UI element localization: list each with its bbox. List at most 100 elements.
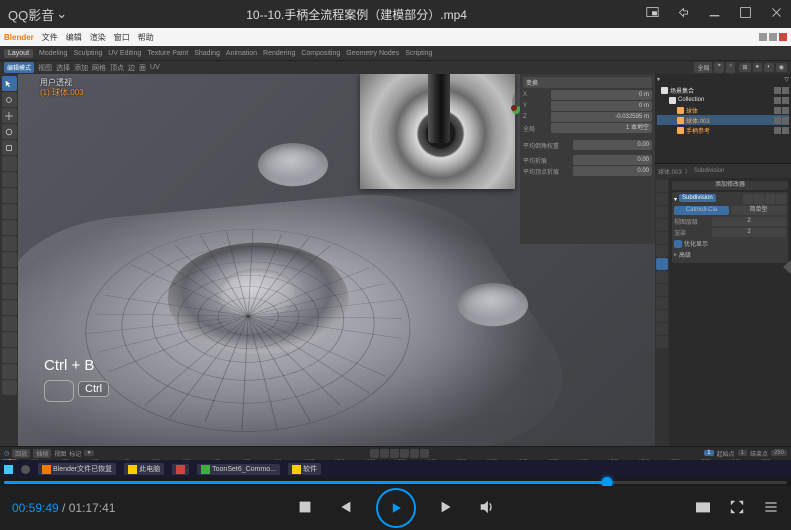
proportional-toggle[interactable]: ○ <box>726 62 736 73</box>
timeline-editor-icon[interactable]: ◷ <box>4 450 9 457</box>
tab-sculpting[interactable]: Sculpting <box>73 50 102 57</box>
taskbar-item-4[interactable]: ToonSet6_Commo... <box>197 464 280 475</box>
tool-rotate[interactable] <box>2 124 17 139</box>
frame-current[interactable]: 1 <box>704 450 713 456</box>
subdiv-render[interactable]: 2 <box>712 228 786 237</box>
menu-help[interactable]: 帮助 <box>138 32 154 43</box>
transform-space[interactable]: 1 本地空 <box>551 123 652 133</box>
taskbar-item-2[interactable]: 此电脑 <box>124 463 164 475</box>
video-content[interactable]: Blender 文件 编辑 渲染 窗口 帮助 Layout Modeling S… <box>0 28 791 478</box>
shading-wire-icon[interactable]: ⊞ <box>739 63 750 72</box>
transform-x[interactable]: 0 m <box>551 90 652 100</box>
menu-select[interactable]: 选择 <box>56 63 70 73</box>
tab-uvediting[interactable]: UV Editing <box>108 50 141 57</box>
tab-layout[interactable]: Layout <box>4 49 33 58</box>
menu-view[interactable]: 视图 <box>38 63 52 73</box>
outliner-item[interactable]: 球体 <box>657 105 789 115</box>
taskbar-item-1[interactable]: Blender文件已恢复 <box>38 463 116 475</box>
play-rev-icon[interactable] <box>390 449 399 458</box>
tool-inset[interactable] <box>2 236 17 251</box>
tool-rip[interactable] <box>2 380 17 395</box>
snap-toggle[interactable]: ⌖ <box>714 62 723 73</box>
ptab-scene[interactable] <box>656 219 668 231</box>
start-icon[interactable] <box>4 465 13 474</box>
tool-polybuild[interactable] <box>2 300 17 315</box>
jump-start-icon[interactable] <box>370 449 379 458</box>
tool-select[interactable] <box>2 76 17 91</box>
tool-knife[interactable] <box>2 284 17 299</box>
play-fwd-icon[interactable] <box>400 449 409 458</box>
ptab-particle[interactable] <box>656 271 668 283</box>
outliner-mode-icon[interactable]: ▾ <box>657 76 660 83</box>
orientation[interactable]: 全局 <box>694 62 712 73</box>
tab-scripting[interactable]: Scripting <box>405 50 432 57</box>
taskbar-item-5[interactable]: 软件 <box>288 463 321 475</box>
prev-button[interactable] <box>336 498 354 519</box>
outliner-item[interactable]: 球体.003 <box>657 115 789 125</box>
outliner-item[interactable]: Collection <box>657 95 789 105</box>
progress-bar[interactable] <box>0 478 791 486</box>
ptab-texture[interactable] <box>656 336 668 348</box>
mod-cage-icon[interactable] <box>776 194 786 204</box>
viewport-3d[interactable]: 用户透视 (1) 球体.003 <box>18 74 655 446</box>
menu-uv[interactable]: UV <box>150 64 160 71</box>
tab-texpaint[interactable]: Texture Paint <box>147 50 188 57</box>
keyframe-prev-icon[interactable] <box>380 449 389 458</box>
close-icon[interactable] <box>770 6 783 22</box>
keyframe-next-icon[interactable] <box>410 449 419 458</box>
play-button[interactable] <box>376 488 416 528</box>
tab-modeling[interactable]: Modeling <box>39 50 67 57</box>
ptab-world[interactable] <box>656 232 668 244</box>
tool-addcube[interactable] <box>2 204 17 219</box>
tab-rendering[interactable]: Rendering <box>263 50 295 57</box>
win-close-icon[interactable] <box>779 33 787 41</box>
tool-extrude[interactable] <box>2 220 17 235</box>
reference-image[interactable] <box>360 74 515 189</box>
menu-window[interactable]: 窗口 <box>114 32 130 43</box>
volume-button[interactable] <box>478 498 496 519</box>
tool-transform[interactable] <box>2 156 17 171</box>
keying-menu[interactable]: 插帧 <box>33 449 51 458</box>
tool-edgeslide[interactable] <box>2 348 17 363</box>
outliner-item[interactable]: 手柄参考 <box>657 125 789 135</box>
outliner-item[interactable]: 场景集合 <box>657 85 789 95</box>
playback-menu[interactable]: 回放 <box>12 449 30 458</box>
win-min-icon[interactable] <box>759 33 767 41</box>
bevel-weight[interactable]: 0.00 <box>573 140 652 150</box>
tab-compositing[interactable]: Compositing <box>301 50 340 57</box>
jump-end-icon[interactable] <box>420 449 429 458</box>
stop-button[interactable] <box>296 498 314 519</box>
tool-measure[interactable] <box>2 188 17 203</box>
menu-button[interactable] <box>763 499 779 518</box>
shading-solid-icon[interactable]: ● <box>753 63 763 72</box>
tool-cursor[interactable] <box>2 92 17 107</box>
taskbar-item-3[interactable] <box>172 464 189 475</box>
modifier-name[interactable]: Subdivision <box>679 194 716 202</box>
ptab-material[interactable] <box>656 323 668 335</box>
pip-icon[interactable] <box>646 6 659 22</box>
add-modifier[interactable]: 添加修改器 <box>672 181 788 190</box>
mod-render-icon[interactable] <box>765 194 775 204</box>
ptab-output[interactable] <box>656 193 668 205</box>
ptab-physics[interactable] <box>656 284 668 296</box>
next-button[interactable] <box>438 498 456 519</box>
menu-mesh[interactable]: 网格 <box>92 63 106 73</box>
ptab-constraint[interactable] <box>656 297 668 309</box>
mod-realtime-icon[interactable] <box>754 194 764 204</box>
menu-vertex[interactable]: 顶点 <box>110 63 124 73</box>
player-app-name[interactable]: QQ影音⌄ <box>8 5 67 24</box>
shading-render-icon[interactable]: ◉ <box>776 63 787 72</box>
ptab-object[interactable] <box>656 245 668 257</box>
filter-icon[interactable]: ▽ <box>784 76 789 83</box>
mode-select[interactable]: 编辑模式 <box>4 62 34 73</box>
menu-edge[interactable]: 边 <box>128 63 135 73</box>
transform-y[interactable]: 0 m <box>551 101 652 111</box>
tool-bevel[interactable] <box>2 252 17 267</box>
tool-annotate[interactable] <box>2 172 17 187</box>
shading-matprev-icon[interactable]: ◐ <box>764 63 774 72</box>
mod-editmode-icon[interactable] <box>743 194 753 204</box>
tool-loopcut[interactable] <box>2 268 17 283</box>
autokey-toggle[interactable]: ● <box>84 450 94 456</box>
transform-z[interactable]: -0.032595 m <box>551 112 652 122</box>
tab-geonodes[interactable]: Geometry Nodes <box>346 50 399 57</box>
